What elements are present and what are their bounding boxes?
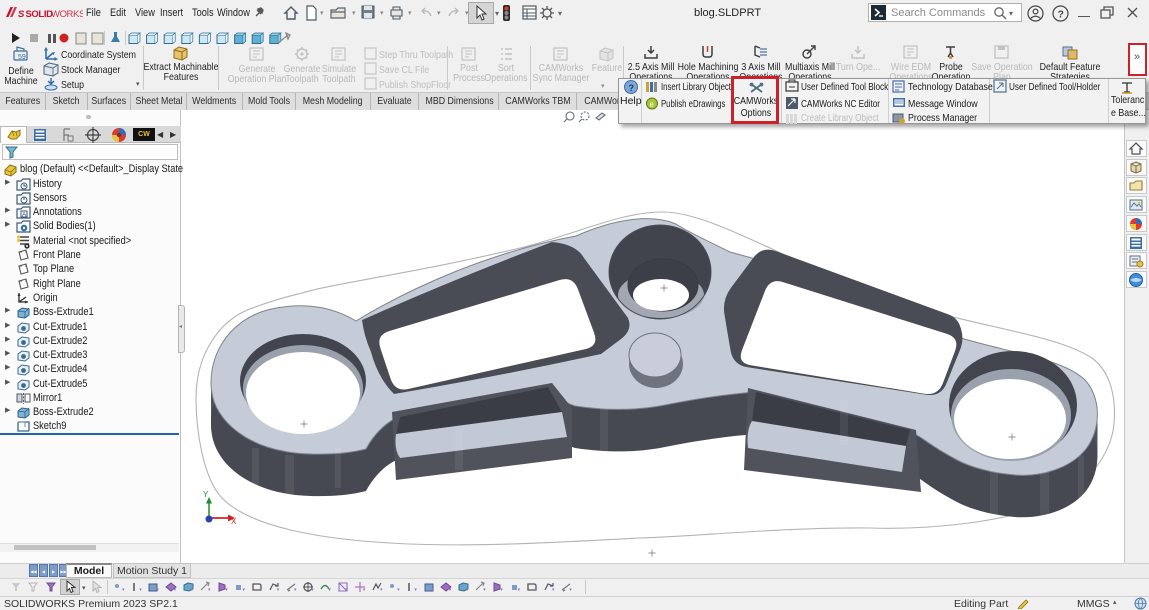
svg-text:?: ? — [629, 83, 635, 93]
svg-text:Y: Y — [203, 490, 209, 499]
svg-text:e: e — [650, 100, 655, 109]
svg-text:X: X — [231, 517, 237, 526]
